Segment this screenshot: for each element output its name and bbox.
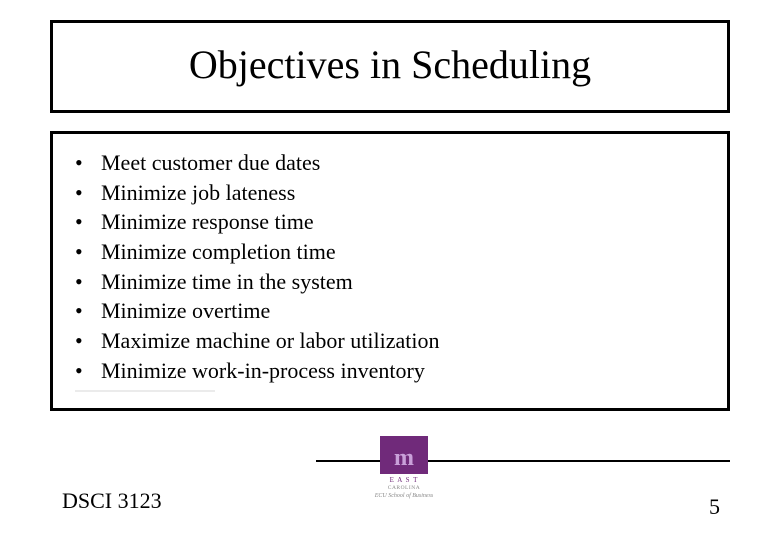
- logo-letter: m: [394, 446, 414, 470]
- bullet-icon: •: [75, 237, 101, 267]
- bullet-text: Maximize machine or labor utilization: [101, 326, 439, 356]
- bullet-icon: •: [75, 326, 101, 356]
- title-box: Objectives in Scheduling: [50, 20, 730, 113]
- logo-text-east: E A S T: [374, 476, 434, 484]
- underline-decoration: [75, 390, 215, 392]
- logo-text-school: ECU School of Business: [374, 493, 434, 499]
- university-logo: m E A S T CAROLINA ECU School of Busines…: [374, 436, 434, 499]
- bullet-icon: •: [75, 296, 101, 326]
- page-number: 5: [709, 494, 720, 520]
- bullet-text: Minimize completion time: [101, 237, 336, 267]
- slide-title: Objectives in Scheduling: [63, 41, 717, 88]
- bullet-text: Meet customer due dates: [101, 148, 320, 178]
- bullet-icon: •: [75, 148, 101, 178]
- list-item: • Minimize work-in-process inventory: [75, 356, 705, 386]
- footer: DSCI 3123 5 m E A S T CAROLINA ECU Schoo…: [0, 460, 780, 540]
- bullet-text: Minimize work-in-process inventory: [101, 356, 425, 386]
- logo-text-carolina: CAROLINA: [374, 485, 434, 491]
- bullet-icon: •: [75, 207, 101, 237]
- list-item: • Minimize time in the system: [75, 267, 705, 297]
- bullet-icon: •: [75, 178, 101, 208]
- content-box: • Meet customer due dates • Minimize job…: [50, 131, 730, 411]
- slide: Objectives in Scheduling • Meet customer…: [0, 0, 780, 540]
- bullet-icon: •: [75, 267, 101, 297]
- list-item: • Minimize response time: [75, 207, 705, 237]
- bullet-text: Minimize job lateness: [101, 178, 295, 208]
- bullet-text: Minimize response time: [101, 207, 314, 237]
- list-item: • Minimize completion time: [75, 237, 705, 267]
- bullet-list: • Meet customer due dates • Minimize job…: [75, 148, 705, 386]
- list-item: • Meet customer due dates: [75, 148, 705, 178]
- list-item: • Minimize overtime: [75, 296, 705, 326]
- bullet-text: Minimize overtime: [101, 296, 270, 326]
- list-item: • Minimize job lateness: [75, 178, 705, 208]
- list-item: • Maximize machine or labor utilization: [75, 326, 705, 356]
- bullet-text: Minimize time in the system: [101, 267, 353, 297]
- course-code: DSCI 3123: [62, 488, 162, 514]
- logo-box: m: [380, 436, 428, 474]
- bullet-icon: •: [75, 356, 101, 386]
